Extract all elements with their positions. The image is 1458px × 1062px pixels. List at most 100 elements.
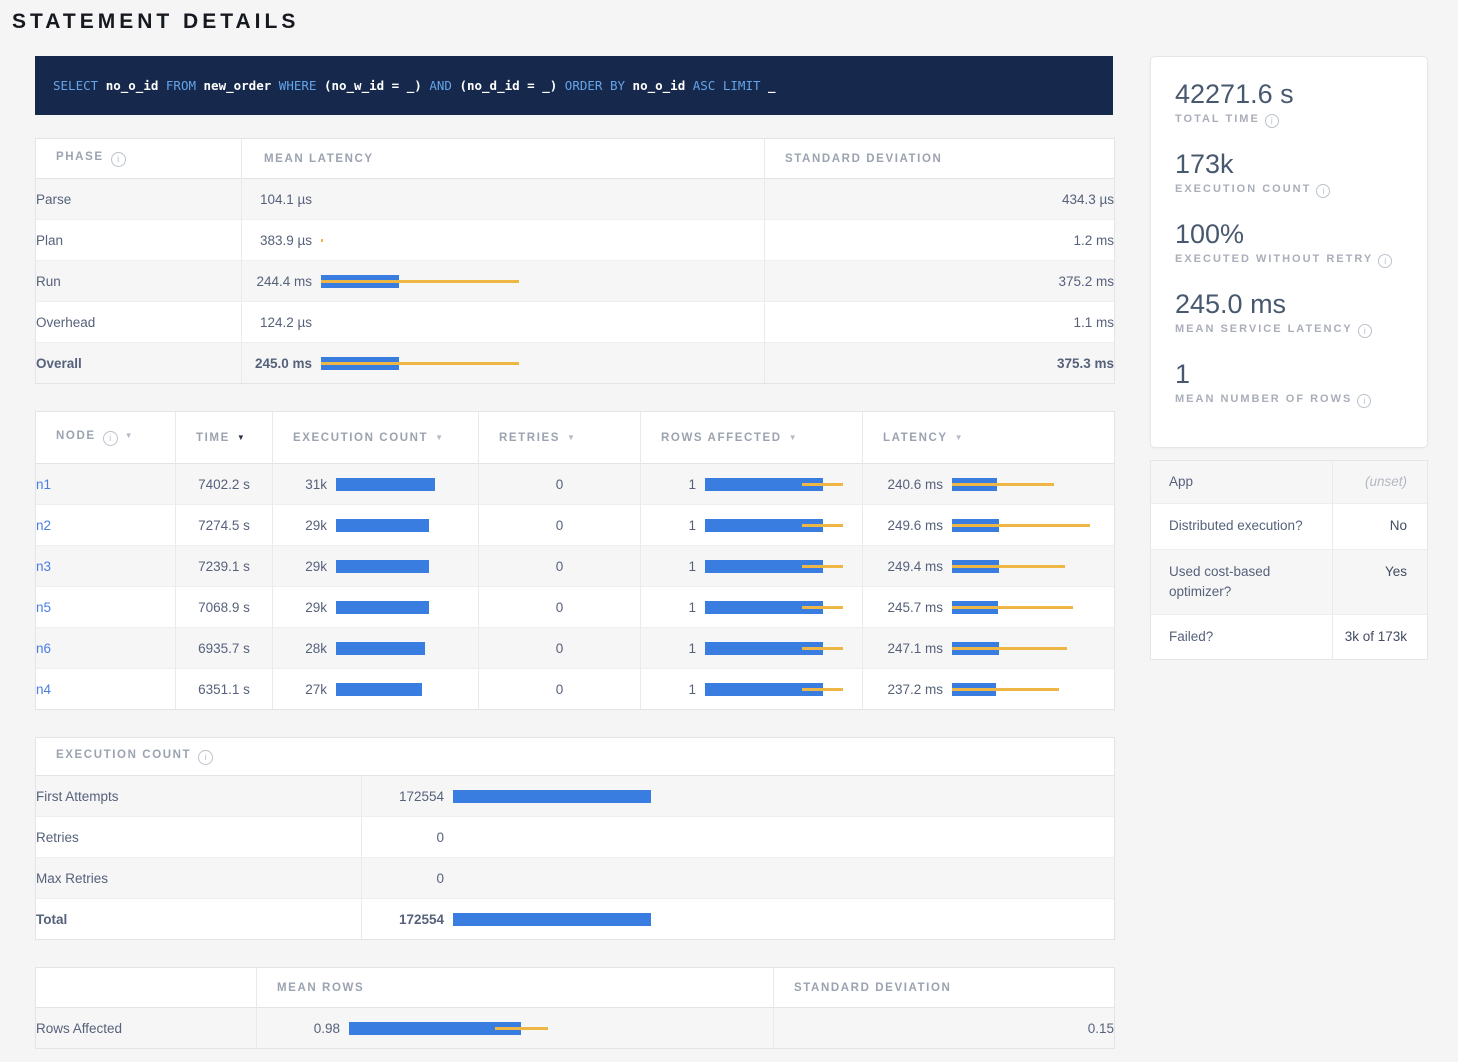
info-icon[interactable]: i bbox=[111, 152, 126, 167]
phase-row: Parse104.1 µs434.3 µs bbox=[36, 179, 1114, 219]
cell-value: 1 bbox=[641, 641, 696, 656]
standard-deviation-column-header: STANDARD DEVIATION bbox=[764, 139, 1114, 179]
cell-value: 29k bbox=[273, 518, 327, 533]
latency-bar bbox=[705, 641, 862, 656]
cell-value: 0.98 bbox=[257, 1021, 340, 1036]
phase-row: Run244.4 ms375.2 ms bbox=[36, 260, 1114, 301]
app-panel-value: No bbox=[1333, 504, 1427, 548]
app-panel-value: 3k of 173k bbox=[1333, 615, 1427, 659]
sql-ident: new_order bbox=[204, 78, 272, 93]
page-title: STATEMENT DETAILS bbox=[12, 10, 1428, 34]
info-icon[interactable]: i bbox=[103, 431, 118, 446]
sort-arrow-icon: ▼ bbox=[435, 433, 443, 442]
mean-bar bbox=[336, 519, 429, 532]
latency-bar bbox=[952, 518, 1114, 533]
execution-count-row: Retries0 bbox=[36, 816, 1114, 857]
latency-bar bbox=[336, 600, 478, 615]
cell-value: 1 bbox=[641, 682, 696, 697]
info-icon[interactable]: i bbox=[1378, 254, 1392, 268]
phase-label: Run bbox=[36, 260, 241, 301]
info-icon[interactable]: i bbox=[1358, 324, 1372, 338]
mean-latency-column-header: MEAN LATENCY bbox=[241, 139, 764, 179]
execution-count-header-row: EXECUTION COUNTi bbox=[36, 738, 1114, 776]
execution-count-row: First Attempts172554 bbox=[36, 776, 1114, 816]
cell-value: 237.2 ms bbox=[863, 682, 943, 697]
latency-bar bbox=[705, 518, 862, 533]
cell-value: 249.6 ms bbox=[863, 518, 943, 533]
sql-ident: (no_d_id = _) bbox=[459, 78, 557, 93]
node-time: 7068.9 s bbox=[175, 586, 272, 627]
cell-value: 1 bbox=[641, 518, 696, 533]
node-table-header-row: NODEi▼ TIME▼ EXECUTION COUNT▼ RETRIES▼ R… bbox=[36, 412, 1114, 464]
stddev-whisker bbox=[802, 565, 843, 568]
rows-affected-label: Rows Affected bbox=[36, 1008, 256, 1048]
mean-bar bbox=[336, 560, 429, 573]
stddev-whisker bbox=[952, 606, 1073, 609]
latency-bar bbox=[453, 912, 1114, 927]
latency-bar bbox=[321, 233, 764, 248]
node-row: n46351.1 s27k01237.2 ms bbox=[36, 668, 1114, 709]
latency-column-header[interactable]: LATENCY▼ bbox=[862, 412, 1114, 464]
stddev-whisker bbox=[952, 565, 1065, 568]
node-link[interactable]: n1 bbox=[36, 477, 51, 492]
latency-bar bbox=[705, 477, 862, 492]
summary-stat: 173kEXECUTION COUNTi bbox=[1175, 149, 1403, 198]
node-retries: 0 bbox=[478, 627, 640, 668]
sql-ident: (no_w_id = _) bbox=[324, 78, 422, 93]
summary-stat: 1MEAN NUMBER OF ROWSi bbox=[1175, 359, 1403, 408]
info-icon[interactable]: i bbox=[1357, 394, 1371, 408]
info-icon[interactable]: i bbox=[198, 750, 213, 765]
cell-value: 249.4 ms bbox=[863, 559, 943, 574]
sql-keyword: AND bbox=[422, 78, 460, 93]
app-panel-label: App bbox=[1151, 461, 1333, 503]
cell-value: 1 bbox=[641, 559, 696, 574]
blank-column-header bbox=[36, 968, 256, 1008]
node-retries: 0 bbox=[478, 545, 640, 586]
node-link[interactable]: n4 bbox=[36, 682, 51, 697]
cell-value: 244.4 ms bbox=[242, 274, 312, 289]
phase-stddev: 375.3 ms bbox=[764, 342, 1114, 383]
execution-count-column-header[interactable]: EXECUTION COUNT▼ bbox=[272, 412, 478, 464]
app-panel-row: Failed?3k of 173k bbox=[1151, 614, 1427, 659]
app-panel-label: Distributed execution? bbox=[1151, 504, 1333, 548]
node-link[interactable]: n3 bbox=[36, 559, 51, 574]
node-link[interactable]: n2 bbox=[36, 518, 51, 533]
rows-affected-column-header[interactable]: ROWS AFFECTED▼ bbox=[640, 412, 862, 464]
rows-affected-row: Rows Affected0.98 0.15 bbox=[36, 1008, 1114, 1048]
sql-statement-box: SELECT no_o_id FROM new_order WHERE (no_… bbox=[35, 56, 1113, 115]
app-panel-value: Yes bbox=[1333, 550, 1427, 615]
node-link[interactable]: n5 bbox=[36, 600, 51, 615]
mean-bar bbox=[453, 790, 651, 803]
time-column-header[interactable]: TIME▼ bbox=[175, 412, 272, 464]
sql-keyword: ASC LIMIT bbox=[685, 78, 768, 93]
app-panel-row: App(unset) bbox=[1151, 461, 1427, 503]
sql-keyword: FROM bbox=[158, 78, 203, 93]
stat-value: 245.0 ms bbox=[1175, 289, 1403, 320]
latency-bar bbox=[952, 682, 1114, 697]
app-details-panel: App(unset)Distributed execution?NoUsed c… bbox=[1150, 460, 1428, 660]
info-icon[interactable]: i bbox=[1265, 114, 1279, 128]
rows-stddev-value: 0.15 bbox=[773, 1008, 1114, 1048]
execution-count-row: Total172554 bbox=[36, 898, 1114, 939]
stddev-whisker bbox=[802, 647, 843, 650]
summary-stat: 245.0 msMEAN SERVICE LATENCYi bbox=[1175, 289, 1403, 338]
node-column-header[interactable]: NODEi▼ bbox=[36, 412, 175, 464]
execution-count-label: Retries bbox=[36, 816, 361, 857]
execution-count-table-title: EXECUTION COUNTi bbox=[36, 738, 1114, 776]
node-link[interactable]: n6 bbox=[36, 641, 51, 656]
execution-count-label: Max Retries bbox=[36, 857, 361, 898]
app-panel-row: Distributed execution?No bbox=[1151, 503, 1427, 548]
phase-row: Overall245.0 ms375.3 ms bbox=[36, 342, 1114, 383]
phase-label: Plan bbox=[36, 219, 241, 260]
latency-bar bbox=[336, 518, 478, 533]
cell-value: 172554 bbox=[362, 789, 444, 804]
stddev-whisker bbox=[321, 362, 519, 365]
node-row: n17402.2 s31k01240.6 ms bbox=[36, 464, 1114, 504]
stddev-whisker bbox=[321, 280, 519, 283]
node-row: n66935.7 s28k01247.1 ms bbox=[36, 627, 1114, 668]
info-icon[interactable]: i bbox=[1316, 184, 1330, 198]
execution-count-table: EXECUTION COUNTi First Attempts172554Ret… bbox=[35, 737, 1115, 940]
cell-value: 245.7 ms bbox=[863, 600, 943, 615]
retries-column-header[interactable]: RETRIES▼ bbox=[478, 412, 640, 464]
phase-latency-table: PHASEi MEAN LATENCY STANDARD DEVIATION P… bbox=[35, 138, 1115, 384]
